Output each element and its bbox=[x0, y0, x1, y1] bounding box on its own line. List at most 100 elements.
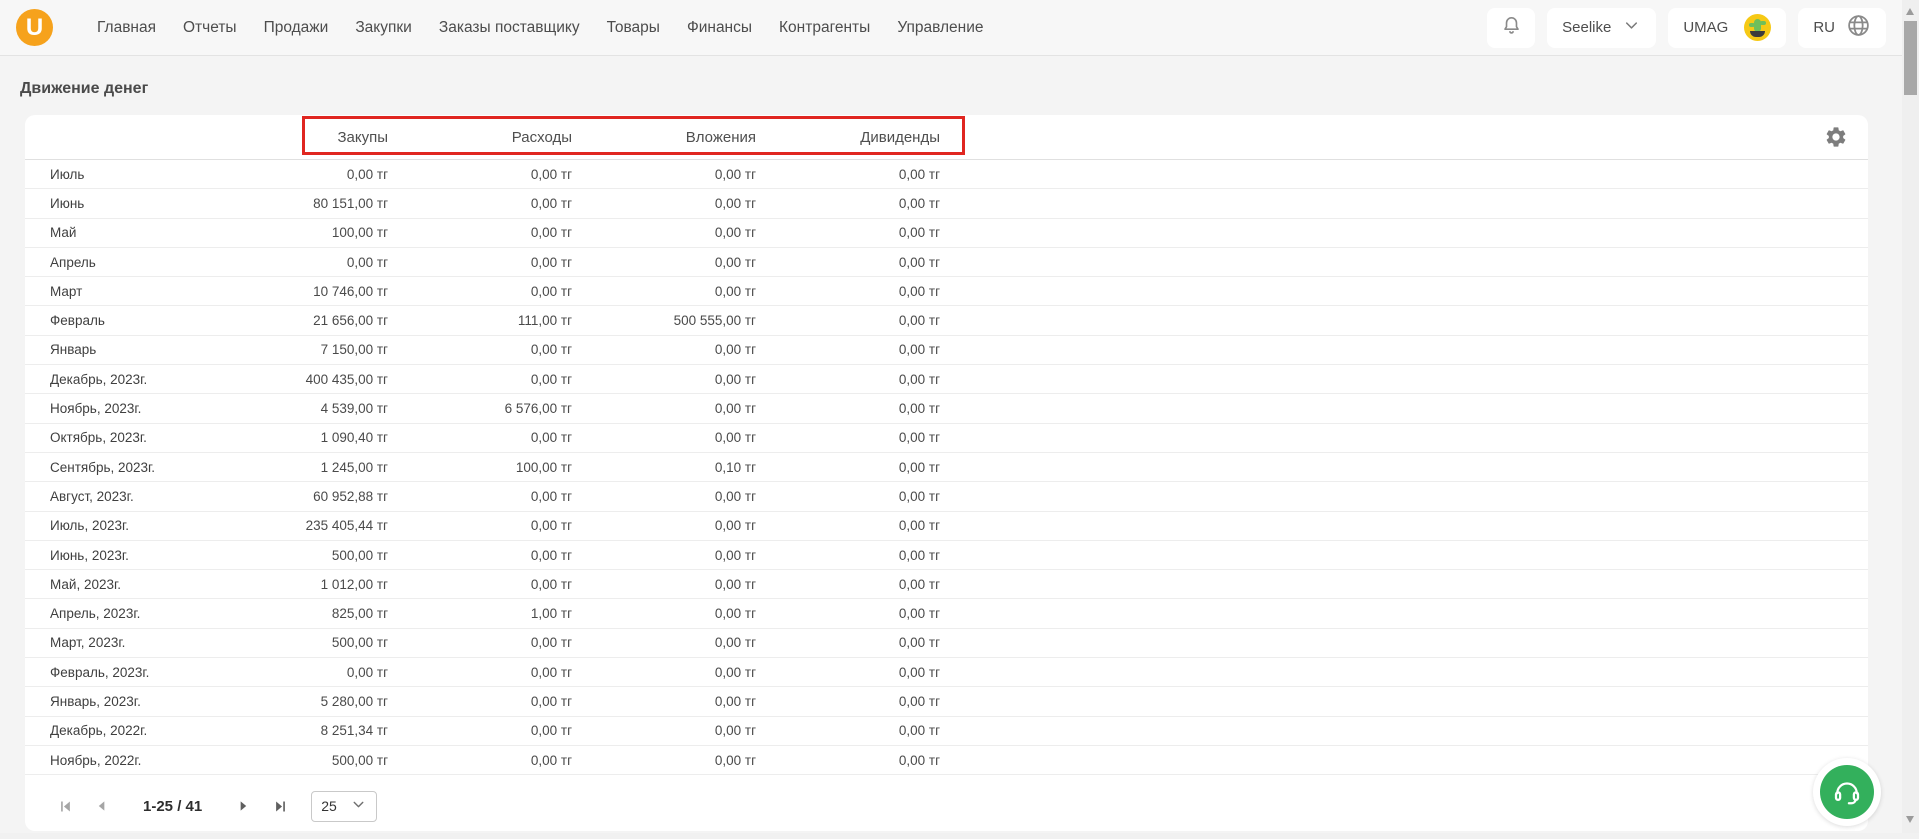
table-row[interactable]: Март, 2023г. 500,00 тг 0,00 тг 0,00 тг 0… bbox=[25, 629, 1868, 659]
store-selector[interactable]: Seelike bbox=[1547, 7, 1657, 48]
value-cell-expenses: 111,00 тг bbox=[517, 313, 572, 329]
value-cell-expenses: 0,00 тг bbox=[530, 254, 572, 270]
table-row[interactable]: Июль 0,00 тг 0,00 тг 0,00 тг 0,00 тг bbox=[25, 160, 1868, 190]
value-cell-investments: 500 555,00 тг bbox=[673, 313, 756, 329]
table-row[interactable]: Сентябрь, 2023г. 1 245,00 тг 100,00 тг 0… bbox=[25, 453, 1868, 483]
table-row[interactable]: Июль, 2023г. 235 405,44 тг 0,00 тг 0,00 … bbox=[25, 512, 1868, 541]
scroll-down-arrow-icon[interactable] bbox=[1906, 816, 1914, 823]
value-cell-dividends: 0,00 тг bbox=[898, 166, 940, 182]
top-right-controls: Seelike UMAG RU bbox=[1487, 7, 1886, 48]
account-menu[interactable]: UMAG bbox=[1668, 7, 1787, 48]
value-cell-purchases: 1 245,00 тг bbox=[320, 459, 388, 475]
nav-item-0[interactable]: Главная bbox=[97, 19, 156, 37]
value-cell-investments: 0,00 тг bbox=[714, 254, 756, 270]
table-row[interactable]: Май, 2023г. 1 012,00 тг 0,00 тг 0,00 тг … bbox=[25, 570, 1868, 600]
nav-item-7[interactable]: Контрагенты bbox=[779, 19, 870, 37]
month-cell: Декабрь, 2023г. bbox=[50, 371, 148, 387]
month-cell: Июнь, 2023г. bbox=[50, 547, 129, 563]
notifications-button[interactable] bbox=[1487, 7, 1536, 48]
value-cell-expenses: 0,00 тг bbox=[530, 693, 572, 709]
table-row[interactable]: Октябрь, 2023г. 1 090,40 тг 0,00 тг 0,00… bbox=[25, 424, 1868, 453]
vertical-scrollbar[interactable] bbox=[1902, 0, 1919, 833]
month-cell: Октябрь, 2023г. bbox=[50, 430, 147, 446]
nav-item-8[interactable]: Управление bbox=[897, 19, 983, 37]
nav-item-6[interactable]: Финансы bbox=[687, 19, 752, 37]
nav-item-1[interactable]: Отчеты bbox=[183, 19, 237, 37]
globe-icon bbox=[1846, 13, 1871, 42]
table-row[interactable]: Июнь, 2023г. 500,00 тг 0,00 тг 0,00 тг 0… bbox=[25, 541, 1868, 571]
support-chat-button[interactable] bbox=[1813, 758, 1881, 826]
language-label: RU bbox=[1813, 19, 1835, 36]
value-cell-investments: 0,00 тг bbox=[714, 401, 756, 417]
horizontal-scrollbar[interactable] bbox=[0, 833, 1919, 839]
table-row[interactable]: Декабрь, 2023г. 400 435,00 тг 0,00 тг 0,… bbox=[25, 365, 1868, 395]
value-cell-expenses: 0,00 тг bbox=[530, 547, 572, 563]
previous-page-button[interactable] bbox=[92, 796, 112, 816]
value-cell-investments: 0,00 тг bbox=[714, 635, 756, 651]
bell-icon bbox=[1500, 14, 1523, 41]
column-header-2: Вложения bbox=[685, 128, 756, 146]
table-row[interactable]: Февраль, 2023г. 0,00 тг 0,00 тг 0,00 тг … bbox=[25, 658, 1868, 688]
month-cell: Ноябрь, 2023г. bbox=[50, 401, 142, 417]
page-size-select[interactable]: 25 bbox=[311, 790, 378, 822]
value-cell-purchases: 0,00 тг bbox=[346, 254, 388, 270]
month-cell: Июнь bbox=[50, 195, 85, 211]
month-cell: Июль, 2023г. bbox=[50, 518, 130, 534]
value-cell-expenses: 6 576,00 тг bbox=[504, 401, 572, 417]
value-cell-expenses: 0,00 тг bbox=[530, 752, 572, 768]
value-cell-investments: 0,00 тг bbox=[714, 664, 756, 680]
table-row[interactable]: Ноябрь, 2023г. 4 539,00 тг 6 576,00 тг 0… bbox=[25, 394, 1868, 424]
table-body: Июль 0,00 тг 0,00 тг 0,00 тг 0,00 тг Июн… bbox=[25, 159, 1868, 776]
nav-item-3[interactable]: Закупки bbox=[355, 19, 412, 37]
table-row[interactable]: Декабрь, 2022г. 8 251,34 тг 0,00 тг 0,00… bbox=[25, 717, 1868, 746]
value-cell-investments: 0,00 тг bbox=[714, 430, 756, 446]
table-row[interactable]: Август, 2023г. 60 952,88 тг 0,00 тг 0,00… bbox=[25, 482, 1868, 512]
nav-item-2[interactable]: Продажи bbox=[264, 19, 329, 37]
month-cell: Май bbox=[50, 225, 77, 241]
vertical-scrollbar-thumb[interactable] bbox=[1904, 21, 1917, 95]
nav-item-4[interactable]: Заказы поставщику bbox=[439, 19, 580, 37]
value-cell-investments: 0,00 тг bbox=[714, 606, 756, 622]
nav-item-5[interactable]: Товары bbox=[607, 19, 660, 37]
page-size-value: 25 bbox=[321, 798, 337, 814]
table-row[interactable]: Май 100,00 тг 0,00 тг 0,00 тг 0,00 тг bbox=[25, 219, 1868, 248]
value-cell-expenses: 0,00 тг bbox=[530, 664, 572, 680]
value-cell-investments: 0,00 тг bbox=[714, 225, 756, 241]
value-cell-expenses: 0,00 тг bbox=[530, 283, 572, 299]
value-cell-purchases: 100,00 тг bbox=[331, 225, 388, 241]
value-cell-dividends: 0,00 тг bbox=[898, 693, 940, 709]
table-settings-button[interactable] bbox=[1824, 125, 1848, 149]
value-cell-investments: 0,00 тг bbox=[714, 576, 756, 592]
value-cell-dividends: 0,00 тг bbox=[898, 635, 940, 651]
table-row[interactable]: Июнь 80 151,00 тг 0,00 тг 0,00 тг 0,00 т… bbox=[25, 189, 1868, 219]
scroll-up-arrow-icon[interactable] bbox=[1906, 8, 1914, 15]
table-row[interactable]: Март 10 746,00 тг 0,00 тг 0,00 тг 0,00 т… bbox=[25, 277, 1868, 307]
first-page-button[interactable] bbox=[55, 796, 75, 816]
value-cell-investments: 0,00 тг bbox=[714, 195, 756, 211]
headset-icon bbox=[1820, 765, 1874, 819]
table-row[interactable]: Апрель 0,00 тг 0,00 тг 0,00 тг 0,00 тг bbox=[25, 248, 1868, 278]
column-header-3: Дивиденды bbox=[860, 128, 940, 146]
table-row[interactable]: Январь, 2023г. 5 280,00 тг 0,00 тг 0,00 … bbox=[25, 687, 1868, 717]
month-cell: Июль bbox=[50, 166, 85, 182]
month-cell: Январь bbox=[50, 342, 97, 358]
value-cell-investments: 0,00 тг bbox=[714, 723, 756, 739]
table-row[interactable]: Апрель, 2023г. 825,00 тг 1,00 тг 0,00 тг… bbox=[25, 599, 1868, 629]
month-cell: Апрель bbox=[50, 254, 96, 270]
cash-flow-table-card: Закупы Расходы Вложения Дивиденды Июль 0,00… bbox=[25, 115, 1868, 831]
next-page-button[interactable] bbox=[233, 796, 253, 816]
last-page-button[interactable] bbox=[270, 796, 290, 816]
umag-logo[interactable]: U bbox=[16, 9, 53, 46]
table-row[interactable]: Ноябрь, 2022г. 500,00 тг 0,00 тг 0,00 тг… bbox=[25, 746, 1868, 776]
value-cell-purchases: 500,00 тг bbox=[331, 635, 388, 651]
value-cell-expenses: 0,00 тг bbox=[530, 371, 572, 387]
table-row[interactable]: Январь 7 150,00 тг 0,00 тг 0,00 тг 0,00 … bbox=[25, 336, 1868, 366]
language-selector[interactable]: RU bbox=[1798, 7, 1886, 48]
value-cell-dividends: 0,00 тг bbox=[898, 195, 940, 211]
value-cell-expenses: 0,00 тг bbox=[530, 488, 572, 504]
value-cell-purchases: 1 012,00 тг bbox=[320, 576, 388, 592]
value-cell-dividends: 0,00 тг bbox=[898, 606, 940, 622]
value-cell-expenses: 0,00 тг bbox=[530, 430, 572, 446]
table-row[interactable]: Февраль 21 656,00 тг 111,00 тг 500 555,0… bbox=[25, 306, 1868, 336]
value-cell-dividends: 0,00 тг bbox=[898, 225, 940, 241]
